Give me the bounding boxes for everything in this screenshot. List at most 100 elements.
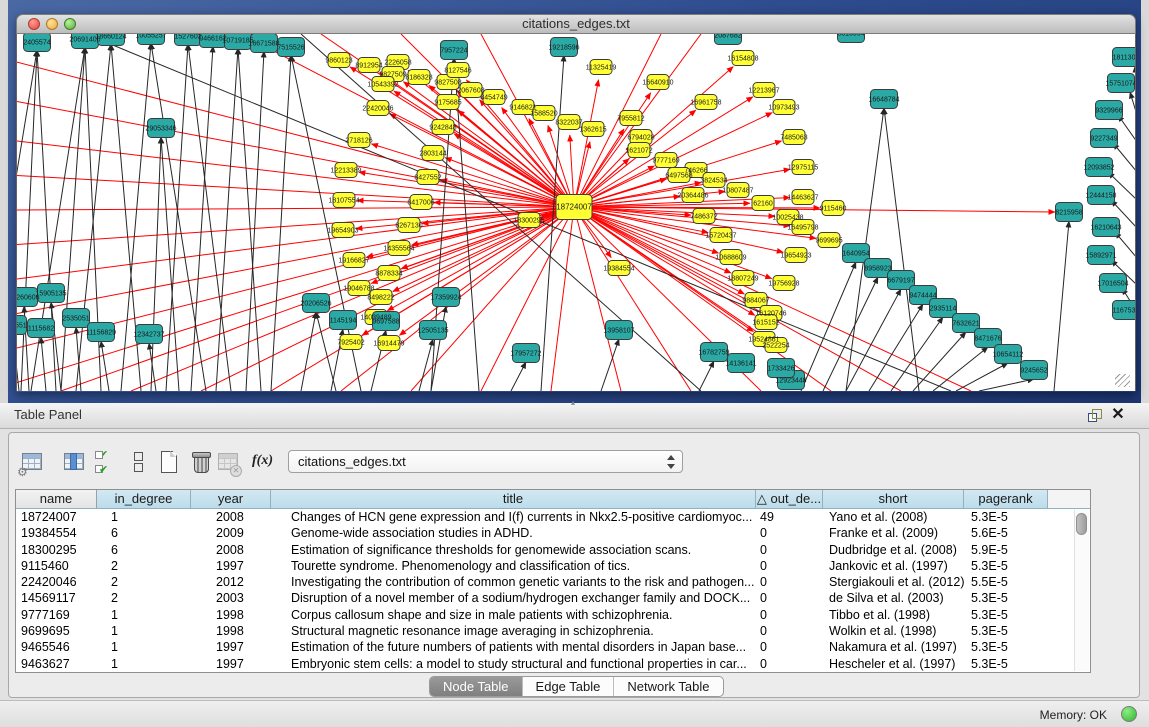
citation-edge[interactable]: [884, 108, 919, 391]
citation-edge[interactable]: [41, 337, 46, 391]
cell-in_degree[interactable]: 2: [97, 590, 191, 606]
float-panel-icon[interactable]: [1088, 409, 1102, 422]
create-new-column-button[interactable]: [156, 447, 184, 477]
network-canvas[interactable]: 1872400718300295193845549860123891295422…: [16, 34, 1136, 391]
cell-short[interactable]: Franke et al. (2009): [823, 525, 964, 541]
citation-edge[interactable]: [551, 207, 574, 391]
cell-short[interactable]: Nakamura et al. (1997): [823, 639, 964, 655]
table-row[interactable]: 969969511998Structural magnetic resonanc…: [16, 623, 1090, 639]
citation-edge[interactable]: [271, 55, 291, 391]
cell-name[interactable]: 9463627: [16, 656, 97, 672]
column-header-name[interactable]: name: [16, 490, 97, 509]
citation-edge[interactable]: [51, 302, 61, 391]
citation-edge[interactable]: [161, 137, 179, 391]
citation-edge[interactable]: [933, 347, 988, 391]
citation-edge[interactable]: [419, 339, 433, 391]
citation-edge[interactable]: [86, 34, 951, 391]
table-row[interactable]: 1872400712008Changes of HCN gene express…: [16, 509, 1090, 525]
cell-in_degree[interactable]: 1: [97, 509, 191, 525]
cell-name[interactable]: 9465546: [16, 639, 97, 655]
cell-short[interactable]: Dudbridge et al. (2008): [823, 542, 964, 558]
cell-name[interactable]: 9777169: [16, 607, 97, 623]
citation-edge[interactable]: [1054, 221, 1069, 391]
memory-status-icon[interactable]: [1121, 706, 1137, 722]
cell-pagerank[interactable]: 5.3E-5: [964, 656, 1048, 672]
cell-year[interactable]: 1997: [191, 558, 271, 574]
citation-edge[interactable]: [17, 207, 574, 245]
table-row[interactable]: 1830029562008Estimation of significance …: [16, 542, 1090, 558]
citation-edge[interactable]: [17, 207, 574, 280]
minimize-window-button[interactable]: [46, 18, 58, 30]
cell-name[interactable]: 22420046: [16, 574, 97, 590]
citation-edge[interactable]: [17, 207, 574, 315]
cell-short[interactable]: de Silva et al. (2003): [823, 590, 964, 606]
cell-short[interactable]: Jankovic et al. (1997): [823, 558, 964, 574]
cell-title[interactable]: Estimation of the future numbers of pati…: [271, 639, 756, 655]
cell-year[interactable]: 1998: [191, 623, 271, 639]
cell-in_degree[interactable]: 6: [97, 542, 191, 558]
cell-pagerank[interactable]: 5.9E-5: [964, 542, 1048, 558]
citation-edge[interactable]: [101, 341, 109, 391]
table-row[interactable]: 1938455462009Genome-wide association stu…: [16, 525, 1090, 541]
cell-title[interactable]: Genome-wide association studies in ADHD.: [271, 525, 756, 541]
cell-title[interactable]: Estimation of significance thresholds fo…: [271, 542, 756, 558]
cell-year[interactable]: 1997: [191, 639, 271, 655]
citation-edge[interactable]: [17, 207, 574, 385]
cell-pagerank[interactable]: 5.3E-5: [964, 509, 1048, 525]
cell-year[interactable]: 1997: [191, 656, 271, 672]
cell-short[interactable]: Yano et al. (2008): [823, 509, 964, 525]
cell-short[interactable]: Hescheler et al. (1997): [823, 656, 964, 672]
cell-out_degree[interactable]: 0: [756, 590, 823, 606]
column-header-out_degree[interactable]: △ out_de...: [756, 490, 823, 509]
cell-title[interactable]: Tourette syndrome. Phenomenology and cla…: [271, 558, 756, 574]
cell-in_degree[interactable]: 2: [97, 558, 191, 574]
table-source-dropdown[interactable]: citations_edges.txt: [288, 450, 683, 473]
cell-name[interactable]: 18724007: [16, 509, 97, 525]
table-row[interactable]: 911546021997Tourette syndrome. Phenomeno…: [16, 558, 1090, 574]
citation-edge[interactable]: [511, 362, 526, 391]
column-header-year[interactable]: year: [191, 490, 271, 509]
cell-year[interactable]: 2008: [191, 542, 271, 558]
table-row[interactable]: 946362711997Embryonic stem cells: a mode…: [16, 656, 1090, 672]
cell-out_degree[interactable]: 0: [756, 525, 823, 541]
cell-year[interactable]: 2008: [191, 509, 271, 525]
cell-out_degree[interactable]: 49: [756, 509, 823, 525]
citation-edge[interactable]: [801, 262, 856, 391]
cell-in_degree[interactable]: 1: [97, 607, 191, 623]
column-header-pagerank[interactable]: pagerank: [964, 490, 1048, 509]
cell-pagerank[interactable]: 5.6E-5: [964, 525, 1048, 541]
cell-pagerank[interactable]: 5.3E-5: [964, 558, 1048, 574]
row-height-button[interactable]: [125, 447, 153, 477]
column-header-short[interactable]: short: [823, 490, 964, 509]
citation-edge[interactable]: [17, 207, 574, 210]
cell-year[interactable]: 1998: [191, 607, 271, 623]
delete-column-button[interactable]: [188, 447, 216, 477]
citation-edge[interactable]: [1130, 92, 1135, 115]
table-row[interactable]: 977716911998Corpus callosum shape and si…: [16, 607, 1090, 623]
cell-year[interactable]: 2003: [191, 590, 271, 606]
table-panel-header[interactable]: Table Panel ▴ ✕: [0, 403, 1149, 429]
select-column-button[interactable]: [61, 447, 89, 477]
cell-name[interactable]: 18300295: [16, 542, 97, 558]
cell-in_degree[interactable]: 6: [97, 525, 191, 541]
cell-in_degree[interactable]: 1: [97, 656, 191, 672]
cell-title[interactable]: Corpus callosum shape and size in male p…: [271, 607, 756, 623]
cell-year[interactable]: 2012: [191, 574, 271, 590]
cell-name[interactable]: 9699695: [16, 623, 97, 639]
cell-out_degree[interactable]: 0: [756, 542, 823, 558]
citation-edge[interactable]: [17, 50, 37, 220]
cell-pagerank[interactable]: 5.3E-5: [964, 623, 1048, 639]
table-row[interactable]: 1456911722003Disruption of a novel membe…: [16, 590, 1090, 606]
citation-edge[interactable]: [301, 312, 316, 391]
cell-title[interactable]: Changes of HCN gene expression and I(f) …: [271, 509, 756, 525]
citation-edge[interactable]: [891, 317, 943, 391]
node-table[interactable]: namein_degreeyeartitle△ out_de...shortpa…: [15, 489, 1091, 673]
panel-splitter-grip[interactable]: ▴: [566, 400, 580, 406]
cell-short[interactable]: Tibbo et al. (1998): [823, 607, 964, 623]
citation-edge[interactable]: [151, 137, 161, 391]
cell-pagerank[interactable]: 5.3E-5: [964, 639, 1048, 655]
cell-pagerank[interactable]: 5.5E-5: [964, 574, 1048, 590]
cell-title[interactable]: Disruption of a novel member of a sodium…: [271, 590, 756, 606]
table-row[interactable]: 946554611997Estimation of the future num…: [16, 639, 1090, 655]
citation-edge[interactable]: [699, 361, 714, 391]
